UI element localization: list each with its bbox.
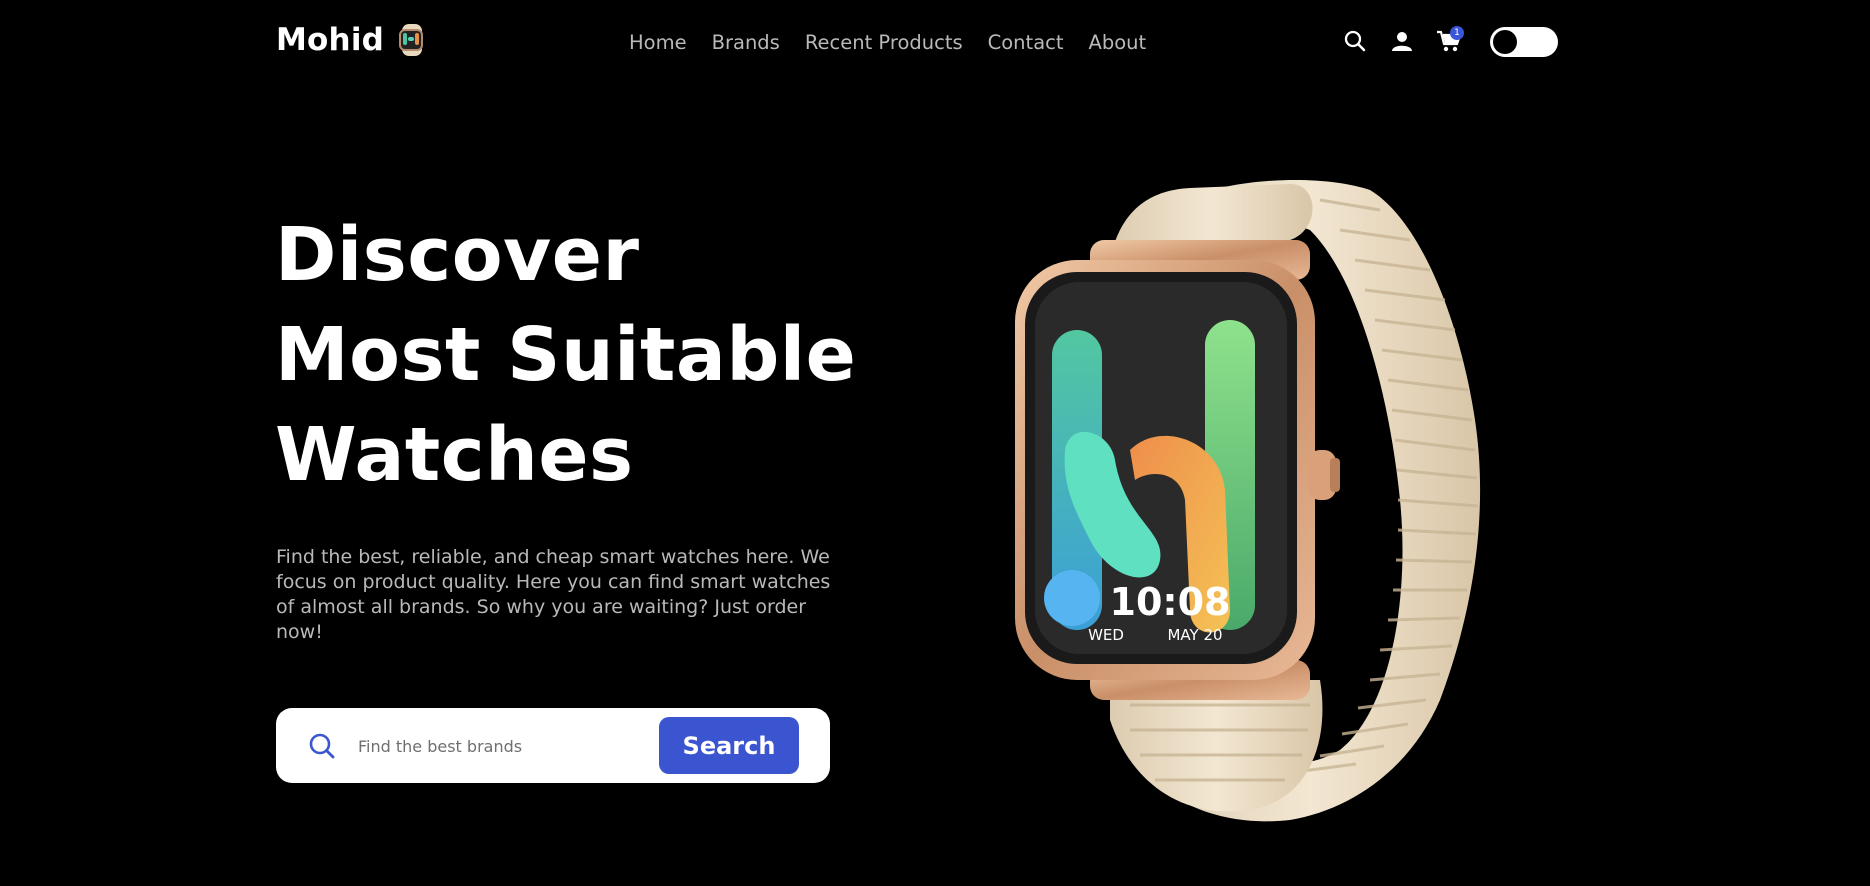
- brand-name[interactable]: Mohid: [276, 22, 384, 58]
- hero-title-line: Most Suitable: [275, 312, 857, 398]
- user-icon[interactable]: [1387, 26, 1417, 56]
- watch-time: 10:08: [1110, 580, 1231, 624]
- search-input[interactable]: [356, 728, 630, 764]
- hero-title-line: Watches: [275, 412, 634, 498]
- hero-title: Discover Most Suitable Watches: [275, 205, 856, 505]
- theme-toggle[interactable]: [1490, 27, 1558, 57]
- cart-count-badge: 1: [1450, 26, 1464, 40]
- top-navbar: Mohid Home Brands Recent Products Contac…: [0, 0, 1870, 88]
- search-icon[interactable]: [1340, 26, 1370, 56]
- hero-title-line: Discover: [275, 212, 640, 298]
- main-nav: Home Brands Recent Products Contact Abou…: [629, 31, 1171, 54]
- cart-icon[interactable]: 1: [1434, 26, 1464, 56]
- hero-search-box: Search: [276, 708, 830, 783]
- brand[interactable]: Mohid: [276, 22, 428, 58]
- page: Mohid Home Brands Recent Products Contac…: [0, 0, 1870, 886]
- nav-link-brands[interactable]: Brands: [712, 31, 780, 54]
- search-button[interactable]: Search: [659, 717, 799, 774]
- hero-description: Find the best, reliable, and cheap smart…: [276, 546, 831, 643]
- toggle-knob: [1493, 30, 1517, 54]
- smartwatch-product-image: 10:08 WED MAY 20: [1015, 180, 1481, 822]
- watch-logo-icon: [396, 23, 428, 57]
- nav-link-recent-products[interactable]: Recent Products: [805, 31, 963, 54]
- nav-link-contact[interactable]: Contact: [988, 31, 1064, 54]
- search-field-icon: [309, 733, 335, 759]
- watch-day: WED: [1088, 626, 1124, 644]
- watch-date: MAY 20: [1167, 626, 1222, 644]
- nav-link-about[interactable]: About: [1089, 31, 1147, 54]
- header-icons: 1: [1340, 26, 1481, 56]
- nav-link-home[interactable]: Home: [629, 31, 687, 54]
